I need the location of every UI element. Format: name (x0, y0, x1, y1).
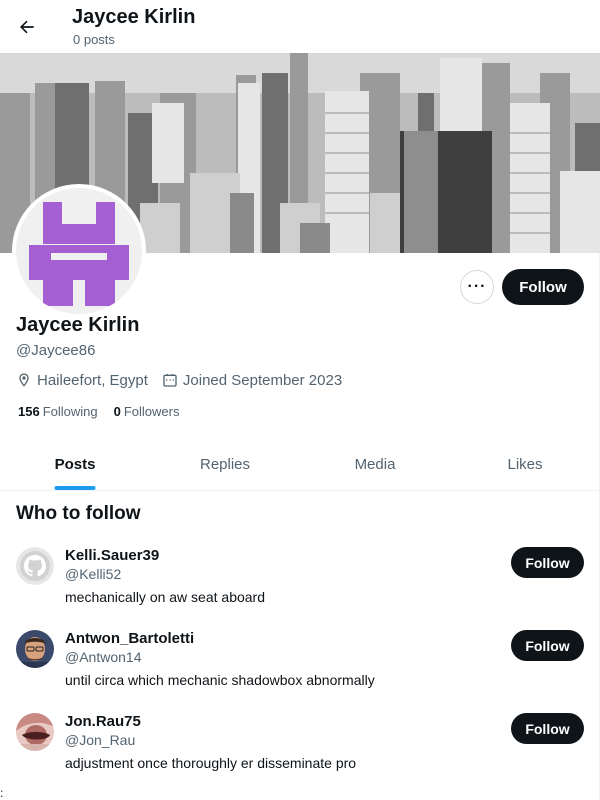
header-title: Jaycee Kirlin (72, 6, 196, 28)
profile-display-name: Jaycee Kirlin (16, 314, 140, 336)
followers-count: 0 (113, 404, 121, 419)
user-photo-icon (16, 713, 54, 751)
tab-label: Posts (54, 455, 96, 473)
calendar-icon (163, 374, 177, 387)
suggestion-name[interactable]: Antwon_Bartoletti (65, 630, 194, 647)
suggestion-bio: mechanically on aw seat aboard (65, 589, 266, 605)
location-item: Haileefort, Egypt (16, 372, 148, 389)
joined-text: Joined September 2023 (182, 371, 343, 389)
follow-suggestion[interactable]: Jon.Rau75 @Jon_Rau adjustment once thoro… (0, 713, 600, 793)
user-photo-icon (16, 630, 54, 668)
avatar[interactable] (16, 547, 54, 585)
tab-label: Media (354, 455, 396, 473)
suggestion-name[interactable]: Kelli.Sauer39 (65, 547, 159, 564)
header-post-count: 0 posts (73, 32, 115, 47)
avatar-image (16, 188, 142, 314)
suggestion-bio: until circa which mechanic shadowbox abn… (65, 672, 375, 688)
follow-suggestion[interactable]: Antwon_Bartoletti @Antwon14 until circa … (0, 630, 600, 710)
profile-tabs: Posts Replies Media Likes (0, 438, 600, 491)
profile-avatar[interactable] (12, 184, 146, 318)
follow-suggestion-button[interactable]: Follow (511, 630, 584, 661)
github-octocat-icon (16, 547, 54, 585)
joined-item: Joined September 2023 (162, 372, 342, 389)
tab-label: Replies (199, 455, 251, 473)
followers-label: Followers (123, 404, 180, 419)
following-link[interactable]: 156 Following (18, 404, 98, 419)
more-options-button[interactable]: ··· (460, 270, 494, 304)
suggestion-handle: @Antwon14 (65, 649, 142, 665)
suggestion-bio: adjustment once thoroughly er disseminat… (65, 755, 357, 771)
following-count: 156 (18, 404, 40, 419)
tab-media[interactable]: Media (300, 438, 450, 490)
follow-suggestion-button[interactable]: Follow (511, 713, 584, 744)
profile-header: Jaycee Kirlin 0 posts (0, 0, 600, 53)
profile-handle: @Jaycee86 (16, 342, 96, 359)
arrow-left-icon (20, 20, 34, 34)
following-label: Following (42, 404, 98, 419)
who-to-follow-title: Who to follow (16, 503, 141, 524)
location-pin-icon (19, 373, 29, 387)
suggestion-name[interactable]: Jon.Rau75 (65, 713, 141, 730)
followers-link[interactable]: 0 Followers (114, 404, 180, 419)
identicon-icon (29, 202, 129, 306)
follow-stats: 156 Following 0 Followers (18, 404, 195, 419)
follow-suggestion[interactable]: Kelli.Sauer39 @Kelli52 mechanically on a… (0, 547, 600, 627)
follow-suggestion-button[interactable]: Follow (511, 547, 584, 578)
location-text: Haileefort, Egypt (37, 371, 148, 389)
avatar[interactable] (16, 630, 54, 668)
stray-text: : (0, 786, 4, 800)
tab-label: Likes (507, 455, 543, 473)
active-tab-indicator (54, 486, 96, 490)
tab-replies[interactable]: Replies (150, 438, 300, 490)
tab-likes[interactable]: Likes (450, 438, 600, 490)
avatar[interactable] (16, 713, 54, 751)
follow-button[interactable]: Follow (502, 269, 584, 305)
suggestion-handle: @Jon_Rau (65, 732, 136, 748)
tab-posts[interactable]: Posts (0, 438, 150, 490)
profile-meta: Haileefort, Egypt Joined September 2023 (16, 370, 356, 390)
back-button[interactable] (10, 10, 44, 44)
suggestion-handle: @Kelli52 (65, 566, 122, 582)
